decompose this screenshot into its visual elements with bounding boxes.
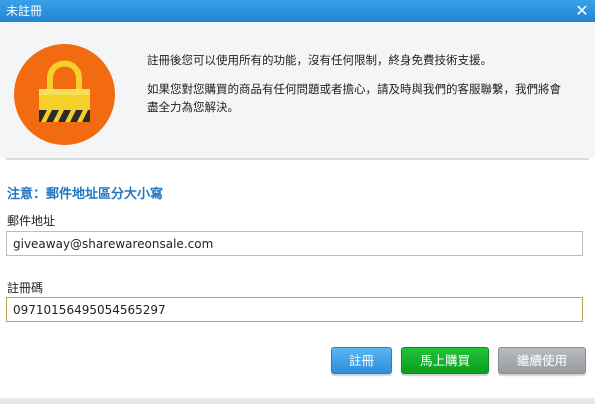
email-label: 郵件地址 (7, 214, 56, 228)
case-sensitive-notice: 注意：郵件地址區分大小寫 (7, 187, 164, 202)
title-bar: 未註冊 ✕ (0, 0, 595, 22)
registration-code-field[interactable] (6, 297, 583, 322)
lock-icon (14, 44, 115, 145)
continue-using-button[interactable]: 繼續使用 (498, 347, 586, 374)
divider (6, 158, 589, 160)
intro-text: 註冊後您可以使用所有的功能，沒有任何限制，終身免費技術支援。 如果您對您購買的商… (147, 51, 567, 127)
register-button[interactable]: 註冊 (331, 347, 392, 374)
intro-line-1: 註冊後您可以使用所有的功能，沒有任何限制，終身免費技術支援。 (147, 53, 492, 67)
close-icon[interactable]: ✕ (573, 1, 591, 21)
buy-now-button[interactable]: 馬上購買 (401, 347, 489, 374)
intro-line-2: 如果您對您購買的商品有任何問題或者擔心，請及時與我們的客服聯繫，我們將會盡全力為… (147, 82, 561, 114)
bottom-edge (0, 398, 595, 404)
window-title: 未註冊 (6, 4, 43, 18)
email-field[interactable] (6, 231, 583, 256)
code-label: 註冊碼 (7, 281, 44, 295)
